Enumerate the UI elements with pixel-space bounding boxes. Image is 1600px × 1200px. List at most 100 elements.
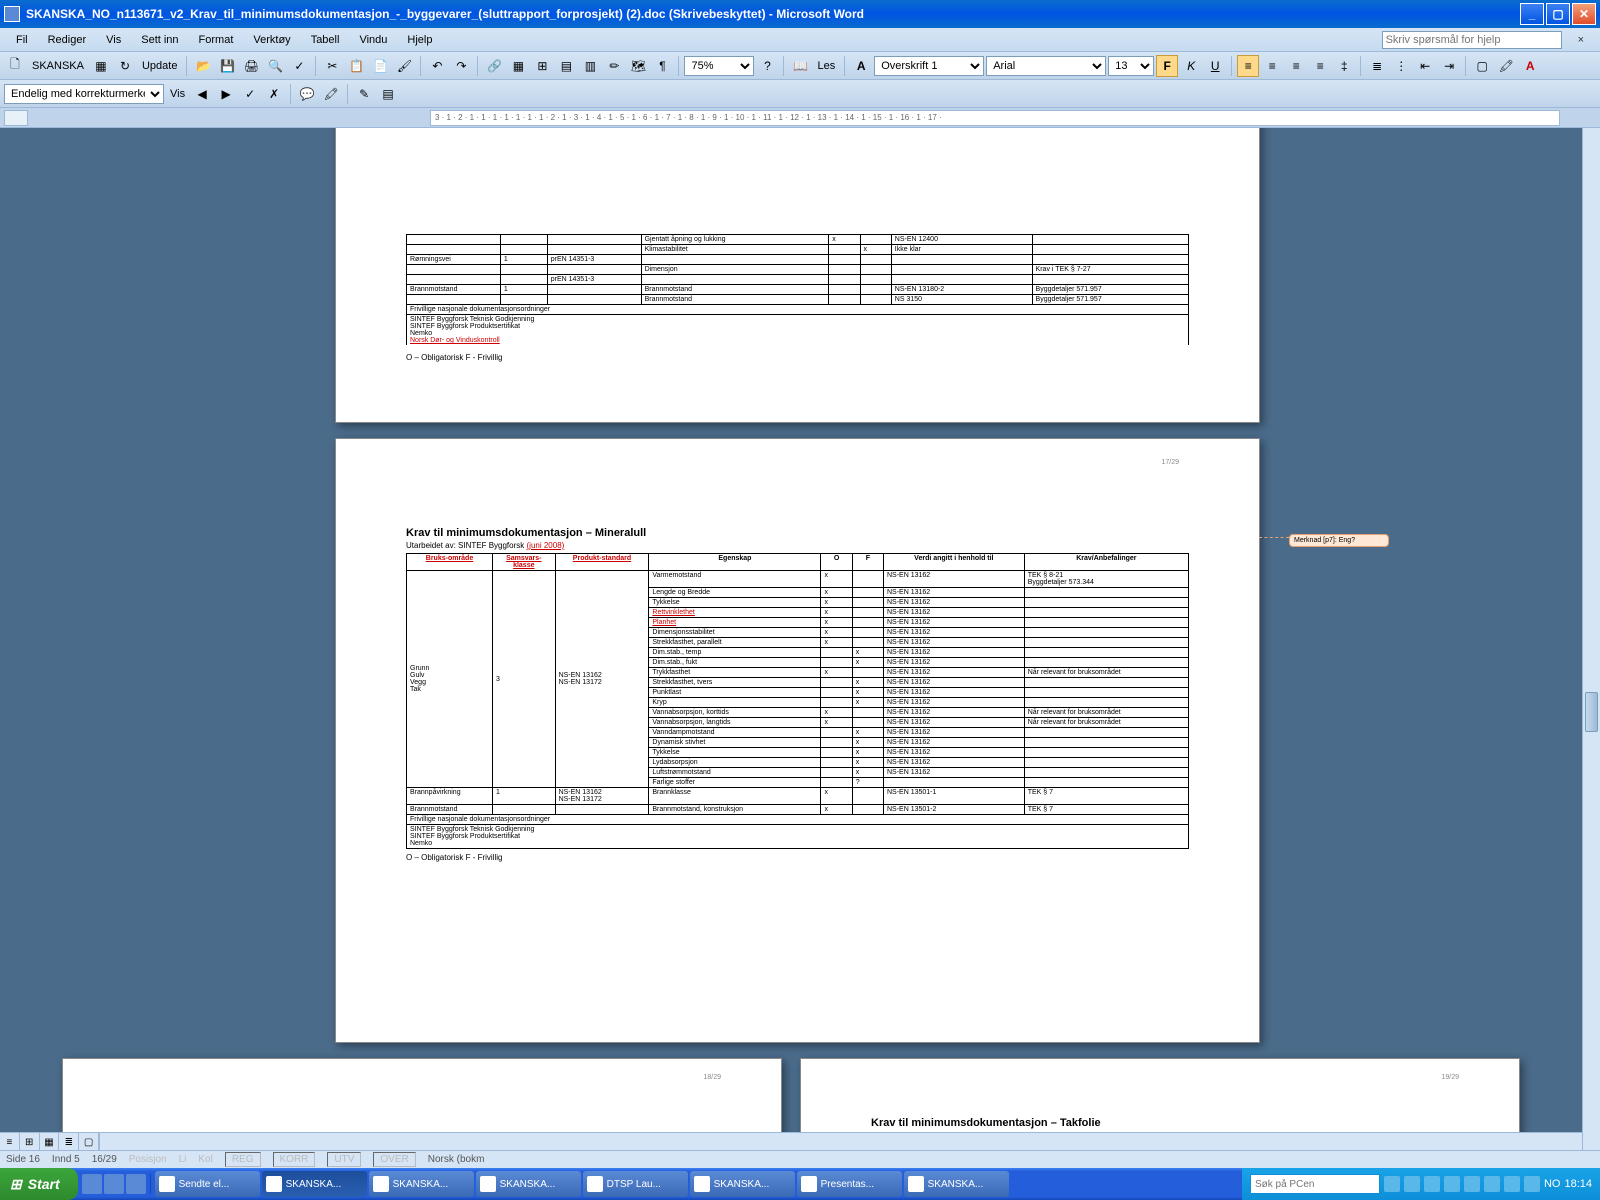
prev-change-button[interactable]: ◀: [191, 83, 213, 105]
les-label[interactable]: Les: [813, 60, 839, 72]
help-search-input[interactable]: [1382, 31, 1562, 49]
line-spacing-button[interactable]: ‡: [1333, 55, 1355, 77]
bullets-button[interactable]: ⋮: [1390, 55, 1412, 77]
menu-help[interactable]: Hjelp: [397, 31, 442, 49]
bold-button[interactable]: F: [1156, 55, 1178, 77]
reading-view-button[interactable]: ▢: [79, 1133, 99, 1150]
clock[interactable]: 18:14: [1564, 1178, 1592, 1190]
tables-button[interactable]: ▦: [507, 55, 529, 77]
spellcheck-button[interactable]: ✓: [288, 55, 310, 77]
next-change-button[interactable]: ▶: [215, 83, 237, 105]
print-view-button[interactable]: ▦: [40, 1133, 60, 1150]
zoom-select[interactable]: 75%: [684, 56, 754, 76]
tray-icon[interactable]: [1484, 1176, 1500, 1192]
style-select[interactable]: Overskrift 1: [874, 56, 984, 76]
menu-table[interactable]: Tabell: [301, 31, 350, 49]
menu-window[interactable]: Vindu: [349, 31, 397, 49]
tray-icon[interactable]: [1504, 1176, 1520, 1192]
font-select[interactable]: Arial: [986, 56, 1106, 76]
new-button[interactable]: 🗋: [4, 55, 26, 77]
highlight-tool-button[interactable]: 🖍: [320, 83, 342, 105]
refresh-button[interactable]: ↻: [114, 55, 136, 77]
taskbar-task[interactable]: DTSP Lau...: [583, 1171, 688, 1197]
vertical-scrollbar[interactable]: [1582, 128, 1600, 1150]
align-left-button[interactable]: ≡: [1237, 55, 1259, 77]
menu-format[interactable]: Format: [189, 31, 244, 49]
status-ovr[interactable]: OVER: [373, 1152, 415, 1167]
save-button[interactable]: 💾: [216, 55, 238, 77]
taskbar-task[interactable]: SKANSKA...: [904, 1171, 1009, 1197]
taskbar-task[interactable]: SKANSKA...: [262, 1171, 367, 1197]
scrollbar-thumb[interactable]: [1585, 692, 1598, 732]
help-button[interactable]: ?: [756, 55, 778, 77]
outlook-icon[interactable]: [126, 1174, 146, 1194]
horizontal-ruler[interactable]: 3 · 1 · 2 · 1 · 1 · 1 · 1 · 1 · 1 · 1 · …: [430, 110, 1560, 126]
insert-comment-button[interactable]: 💬: [296, 83, 318, 105]
insert-table-button[interactable]: ⊞: [531, 55, 553, 77]
copy-button[interactable]: 📋: [345, 55, 367, 77]
skanska-label[interactable]: SKANSKA: [28, 60, 88, 72]
web-view-button[interactable]: ⊞: [20, 1133, 40, 1150]
font-size-select[interactable]: 13: [1108, 56, 1154, 76]
document-canvas[interactable]: Gjentatt åpning og lukkingxNS-EN 12400Kl…: [0, 128, 1600, 1150]
format-a-button[interactable]: A: [850, 55, 872, 77]
taskbar-task[interactable]: SKANSKA...: [690, 1171, 795, 1197]
track-changes-button[interactable]: ✎: [353, 83, 375, 105]
tray-icon[interactable]: [1464, 1176, 1480, 1192]
italic-button[interactable]: K: [1180, 55, 1202, 77]
align-justify-button[interactable]: ≡: [1309, 55, 1331, 77]
desktop-icon[interactable]: [104, 1174, 124, 1194]
print-button[interactable]: 🖨: [240, 55, 262, 77]
menu-insert[interactable]: Sett inn: [131, 31, 188, 49]
status-ext[interactable]: UTV: [327, 1152, 361, 1167]
menu-edit[interactable]: Rediger: [38, 31, 97, 49]
align-right-button[interactable]: ≡: [1285, 55, 1307, 77]
show-marks-button[interactable]: ¶: [651, 55, 673, 77]
language-indicator[interactable]: NO: [1544, 1178, 1561, 1190]
maximize-button[interactable]: ▢: [1546, 3, 1570, 25]
highlight-button[interactable]: 🖍: [1495, 55, 1517, 77]
horizontal-scrollbar[interactable]: [100, 1132, 1582, 1150]
border-button[interactable]: ▢: [1471, 55, 1493, 77]
outline-view-button[interactable]: ≣: [59, 1133, 79, 1150]
status-trk[interactable]: KORR: [273, 1152, 316, 1167]
redo-button[interactable]: ↷: [450, 55, 472, 77]
desktop-search-input[interactable]: [1250, 1174, 1380, 1194]
font-color-button[interactable]: A: [1519, 55, 1541, 77]
reject-button[interactable]: ✗: [263, 83, 285, 105]
format-painter-button[interactable]: 🖌: [393, 55, 415, 77]
taskbar-task[interactable]: SKANSKA...: [476, 1171, 581, 1197]
tray-icon[interactable]: [1444, 1176, 1460, 1192]
underline-button[interactable]: U: [1204, 55, 1226, 77]
accept-button[interactable]: ✓: [239, 83, 261, 105]
reviewing-pane-button[interactable]: ▤: [377, 83, 399, 105]
ie-icon[interactable]: [82, 1174, 102, 1194]
cut-button[interactable]: ✂: [321, 55, 343, 77]
taskbar-task[interactable]: Sendte el...: [155, 1171, 260, 1197]
grid-button[interactable]: ▦: [90, 55, 112, 77]
drawing-button[interactable]: ✏: [603, 55, 625, 77]
normal-view-button[interactable]: ≡: [0, 1133, 20, 1150]
open-button[interactable]: 📂: [192, 55, 214, 77]
close-button[interactable]: ✕: [1572, 3, 1596, 25]
increase-indent-button[interactable]: ⇥: [1438, 55, 1460, 77]
vis-label[interactable]: Vis: [166, 88, 189, 100]
menu-view[interactable]: Vis: [96, 31, 131, 49]
close-doc-button[interactable]: ×: [1568, 31, 1594, 49]
read-button[interactable]: 📖: [789, 55, 811, 77]
hyperlink-button[interactable]: 🔗: [483, 55, 505, 77]
columns-button[interactable]: ▥: [579, 55, 601, 77]
excel-button[interactable]: ▤: [555, 55, 577, 77]
menu-tools[interactable]: Verktøy: [243, 31, 300, 49]
tray-icon[interactable]: [1524, 1176, 1540, 1192]
decrease-indent-button[interactable]: ⇤: [1414, 55, 1436, 77]
align-center-button[interactable]: ≡: [1261, 55, 1283, 77]
tray-icon[interactable]: [1424, 1176, 1440, 1192]
minimize-button[interactable]: _: [1520, 3, 1544, 25]
status-rec[interactable]: REG: [225, 1152, 261, 1167]
numbering-button[interactable]: ≣: [1366, 55, 1388, 77]
doc-map-button[interactable]: 🗺: [627, 55, 649, 77]
paste-button[interactable]: 📄: [369, 55, 391, 77]
update-label[interactable]: Update: [138, 60, 181, 72]
menu-file[interactable]: Fil: [6, 31, 38, 49]
